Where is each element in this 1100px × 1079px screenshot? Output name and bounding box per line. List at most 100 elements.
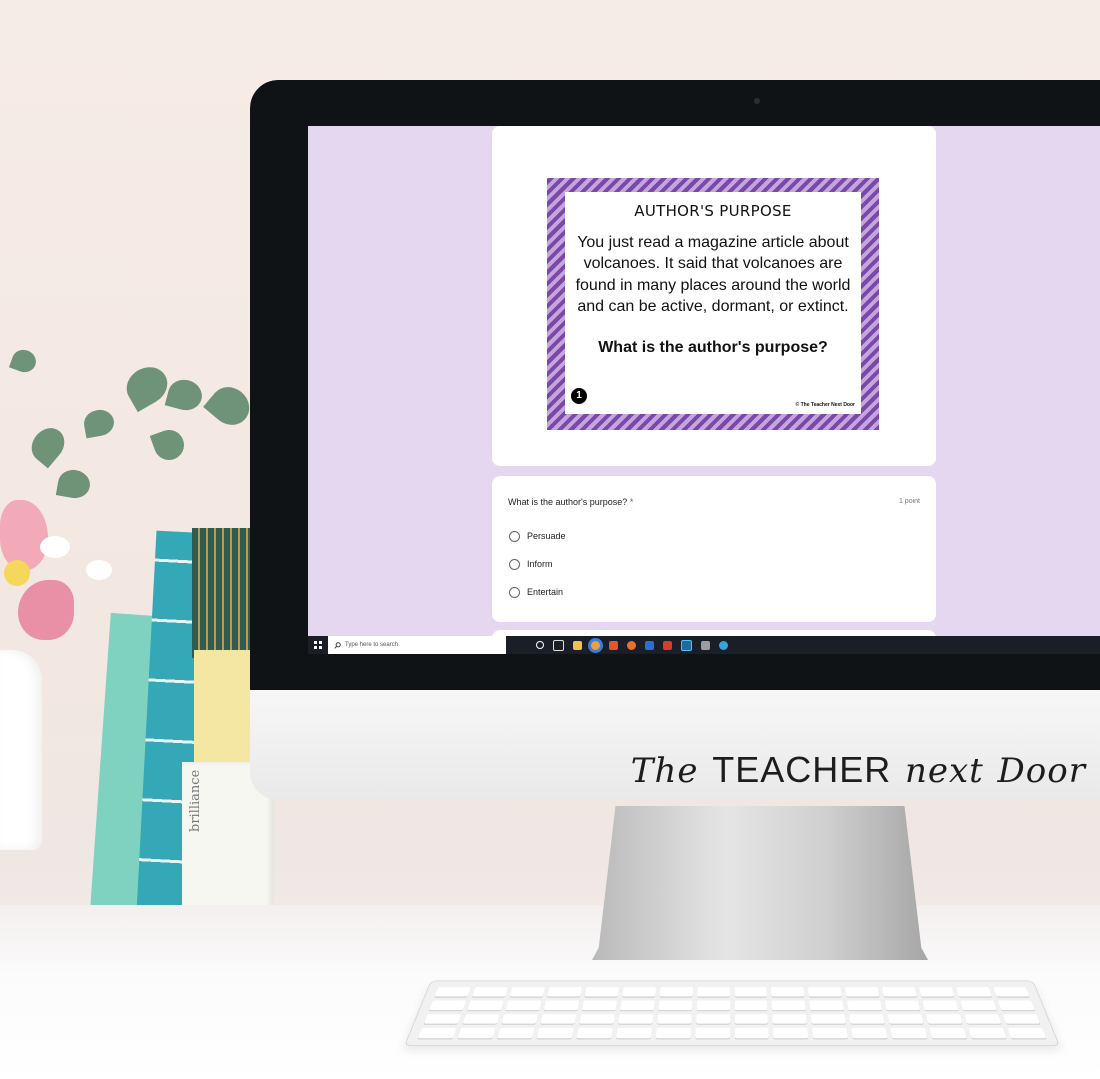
leaf bbox=[55, 467, 93, 501]
keyboard-key bbox=[1007, 1027, 1047, 1039]
task-card-question: What is the author's purpose? bbox=[598, 339, 828, 357]
leaf bbox=[81, 407, 117, 439]
keyboard-key bbox=[734, 1013, 769, 1024]
question-points: 1 point bbox=[898, 498, 920, 505]
radio-button[interactable] bbox=[509, 530, 520, 542]
keyboard-key bbox=[919, 987, 955, 997]
keyboard-key bbox=[696, 1000, 730, 1010]
task-card-title: AUTHOR'S PURPOSE bbox=[634, 202, 792, 220]
keyboard-key bbox=[501, 1013, 538, 1024]
keyboard-key bbox=[956, 987, 992, 997]
task-card-image: AUTHOR'S PURPOSE You just read a magazin… bbox=[547, 178, 879, 430]
windows-start-icon[interactable] bbox=[308, 636, 328, 654]
option-persuade[interactable]: Persuade bbox=[509, 528, 566, 544]
book-dark bbox=[192, 528, 252, 658]
keyboard-key bbox=[847, 1000, 883, 1010]
white-flower bbox=[40, 536, 70, 558]
keyboard-key bbox=[695, 1013, 730, 1024]
photoshop-icon[interactable] bbox=[681, 639, 692, 651]
keyboard-key bbox=[997, 1000, 1035, 1010]
keyboard-key bbox=[472, 987, 508, 997]
keyboard-key bbox=[849, 1013, 885, 1024]
question-title: What is the author's purpose? * bbox=[508, 497, 633, 507]
google-form-screen: AUTHOR'S PURPOSE You just read a magazin… bbox=[308, 126, 1100, 636]
question-card: What is the author's purpose? * 1 point … bbox=[492, 476, 936, 622]
keyboard-key bbox=[808, 987, 843, 997]
keyboard-key bbox=[659, 987, 693, 997]
keyboard-key bbox=[576, 1027, 613, 1039]
option-entertain[interactable]: Entertain bbox=[509, 584, 563, 600]
keyboard-key bbox=[771, 987, 805, 997]
keyboard-key bbox=[536, 1027, 574, 1039]
keyboard-key bbox=[968, 1027, 1007, 1039]
taskbar: Type here to search bbox=[308, 636, 1100, 654]
keyboard-key bbox=[734, 1027, 770, 1039]
vase bbox=[0, 650, 42, 850]
white-flower bbox=[86, 560, 112, 580]
keyboard-key bbox=[772, 1013, 808, 1024]
pink-flower bbox=[0, 500, 48, 570]
task-card-body: You just read a magazine article about v… bbox=[575, 234, 851, 315]
keyboard-key bbox=[922, 1000, 959, 1010]
monitor-stand bbox=[592, 806, 928, 960]
keyboard-key bbox=[964, 1013, 1002, 1024]
keyboard-key bbox=[423, 1013, 462, 1024]
keyboard-key bbox=[658, 1000, 692, 1010]
keyboard-key bbox=[581, 1000, 617, 1010]
option-label: Persuade bbox=[527, 531, 566, 541]
keyboard-key bbox=[467, 1000, 504, 1010]
keyboard-key bbox=[1002, 1013, 1041, 1024]
leaf bbox=[203, 379, 257, 433]
leaf bbox=[8, 346, 40, 376]
office-icon[interactable] bbox=[609, 640, 618, 650]
word-icon[interactable] bbox=[645, 640, 654, 650]
keyboard-key bbox=[884, 1000, 921, 1010]
keyboard-key bbox=[851, 1027, 888, 1039]
keyboard-key bbox=[993, 987, 1030, 997]
taskbar-search-placeholder: Type here to search bbox=[345, 642, 399, 648]
keyboard-key bbox=[655, 1027, 691, 1039]
keyboard-key bbox=[547, 987, 582, 997]
brand-teacher: TEACHER bbox=[712, 749, 892, 790]
keyboard-key bbox=[929, 1027, 967, 1039]
keyboard-key bbox=[812, 1027, 849, 1039]
leaf bbox=[149, 425, 189, 465]
file-explorer-icon[interactable] bbox=[573, 640, 582, 650]
task-card-content: AUTHOR'S PURPOSE You just read a magazin… bbox=[565, 192, 861, 414]
keyboard-key bbox=[811, 1013, 847, 1024]
keyboard-key bbox=[694, 1027, 730, 1039]
required-mark: * bbox=[629, 497, 634, 507]
keyboard-key bbox=[615, 1027, 652, 1039]
pink-flower bbox=[18, 580, 74, 640]
acrobat-icon[interactable] bbox=[663, 640, 672, 650]
printer-icon[interactable] bbox=[701, 640, 710, 650]
keyboard-key bbox=[773, 1027, 809, 1039]
radio-button[interactable] bbox=[509, 586, 520, 598]
taskbar-search[interactable]: Type here to search bbox=[328, 636, 506, 654]
option-label: Entertain bbox=[527, 587, 564, 597]
keyboard-key bbox=[417, 1027, 457, 1039]
book-yellow bbox=[194, 650, 252, 762]
keyboard-key bbox=[434, 987, 471, 997]
scene: brilliance The TEACHER next Door AUTHOR'… bbox=[0, 0, 1100, 1079]
firefox-icon[interactable] bbox=[627, 640, 636, 650]
radio-button[interactable] bbox=[509, 558, 520, 570]
keyboard-key bbox=[505, 1000, 542, 1010]
keyboard-key bbox=[509, 987, 545, 997]
leaf bbox=[24, 421, 72, 469]
keyboard-key bbox=[584, 987, 619, 997]
cortana-icon[interactable] bbox=[536, 641, 544, 649]
camera-icon bbox=[754, 98, 760, 104]
keyboard-key bbox=[619, 1000, 655, 1010]
option-inform[interactable]: Inform bbox=[509, 556, 553, 572]
keyboard-key bbox=[656, 1013, 692, 1024]
edge-icon[interactable] bbox=[719, 640, 728, 650]
task-view-icon[interactable] bbox=[553, 639, 564, 651]
task-card-number: 1 bbox=[571, 388, 587, 404]
keyboard-key bbox=[579, 1013, 615, 1024]
option-label: Inform bbox=[527, 559, 553, 569]
chrome-icon[interactable] bbox=[591, 640, 600, 650]
keyboard-key bbox=[734, 1000, 768, 1010]
keyboard-key bbox=[890, 1027, 928, 1039]
brand-the: The bbox=[630, 751, 699, 791]
